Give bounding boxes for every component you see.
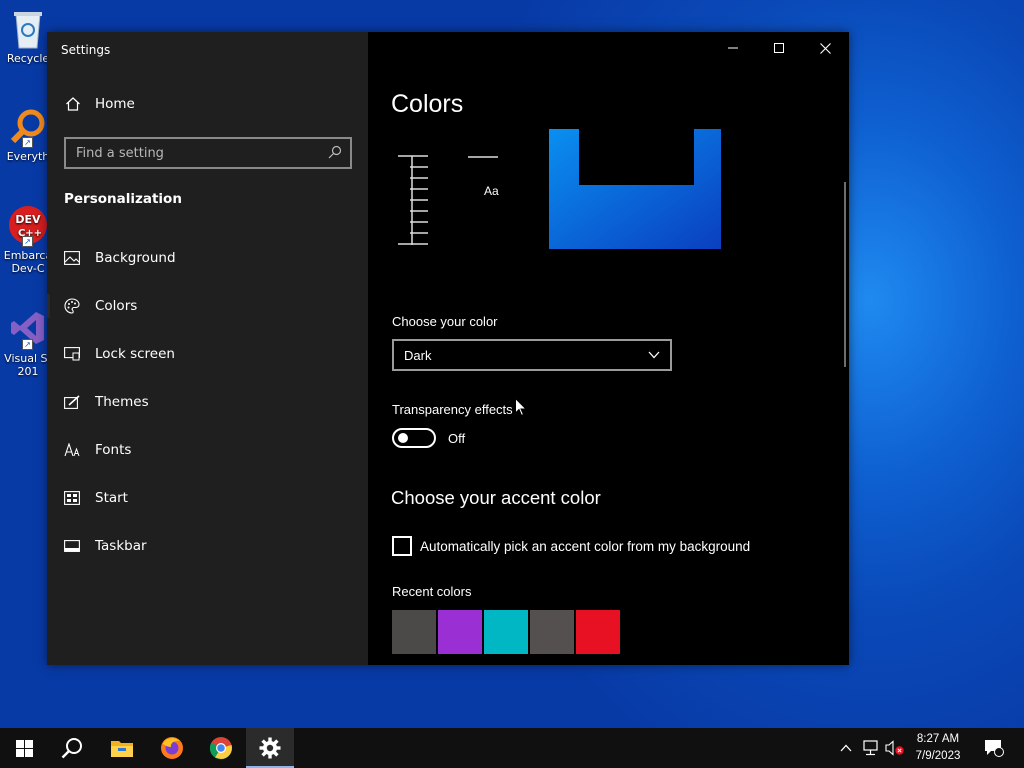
auto-accent-row[interactable]: Automatically pick an accent color from … (392, 536, 750, 556)
nav-home[interactable]: Home (65, 96, 135, 112)
mouse-cursor-icon (515, 397, 528, 421)
recent-color-swatch[interactable] (438, 610, 482, 654)
auto-accent-label: Automatically pick an accent color from … (420, 538, 751, 554)
shortcut-arrow-icon: ↗ (22, 339, 33, 350)
clock-time: 8:27 AM (916, 733, 960, 745)
taskbar-search-button[interactable] (48, 728, 96, 768)
sidebar-item-taskbar[interactable]: Taskbar (47, 522, 368, 570)
settings-window: Settings Home Personalization Background (47, 32, 849, 665)
fonts-icon (64, 442, 80, 458)
choose-color-dropdown[interactable]: Dark (392, 339, 672, 371)
action-center-button[interactable]: 1 (976, 728, 1012, 768)
transparency-toggle-row: Off (392, 428, 465, 448)
content-pane: Colors Aa Choose your color Dark Transpa… (368, 32, 849, 665)
content-scrollbar[interactable] (844, 182, 846, 367)
chevron-up-icon (840, 744, 852, 752)
sidebar-item-lock-screen[interactable]: Lock screen (47, 330, 368, 378)
svg-text:DEV: DEV (15, 213, 41, 226)
picture-icon (64, 250, 80, 266)
tray-volume-button[interactable] (884, 728, 906, 768)
recent-color-swatch[interactable] (484, 610, 528, 654)
sidebar-item-background[interactable]: Background (47, 234, 368, 282)
transparency-label: Transparency effects (392, 402, 513, 417)
home-icon (65, 96, 81, 112)
recycle-bin-icon (8, 8, 48, 49)
themes-icon (64, 394, 80, 410)
network-icon (863, 740, 878, 756)
color-preview: Aa (368, 127, 849, 257)
choose-color-label: Choose your color (392, 314, 498, 329)
tray-network-button[interactable] (860, 728, 882, 768)
page-title: Colors (391, 90, 464, 118)
taskbar-settings[interactable] (246, 728, 294, 768)
preview-text-sample: Aa (484, 184, 499, 198)
nav-list: Background Colors Lock screen Themes Fon… (47, 234, 368, 570)
windows-start-icon (15, 739, 33, 757)
volume-muted-icon (885, 740, 904, 756)
visual-studio-icon: ↗ (8, 308, 48, 350)
sidebar-item-label: Background (95, 250, 176, 266)
taskbar-chrome[interactable] (197, 728, 245, 768)
toggle-state-label: Off (448, 430, 466, 446)
search-box[interactable] (64, 137, 352, 169)
sidebar-item-start[interactable]: Start (47, 474, 368, 522)
lock-screen-icon (64, 346, 80, 362)
start-icon (64, 490, 80, 506)
taskbar-icon (64, 538, 80, 554)
sidebar-item-label: Fonts (95, 442, 132, 458)
sidebar-item-label: Themes (95, 394, 149, 410)
shortcut-arrow-icon: ↗ (22, 236, 33, 247)
recent-colors (392, 610, 622, 654)
dropdown-selected-value: Dark (404, 347, 432, 363)
tray-overflow-button[interactable] (836, 728, 856, 768)
devcpp-icon: DEV C++ ↗ (8, 205, 48, 247)
nav-home-label: Home (95, 96, 135, 112)
sidebar-item-colors[interactable]: Colors (47, 282, 368, 330)
recent-color-swatch[interactable] (530, 610, 574, 654)
palette-icon (64, 298, 80, 314)
window-title: Settings (61, 43, 111, 57)
firefox-icon (161, 737, 183, 759)
shortcut-arrow-icon: ↗ (22, 137, 33, 148)
sidebar-item-label: Taskbar (95, 538, 147, 554)
sidebar: Settings Home Personalization Background (47, 32, 368, 665)
search-icon[interactable] (328, 144, 342, 163)
settings-icon (259, 737, 281, 759)
file-explorer-icon (111, 741, 133, 757)
color-preview-graphic (398, 129, 721, 249)
sidebar-item-label: Lock screen (95, 346, 175, 362)
chrome-icon (209, 737, 233, 760)
transparency-toggle[interactable] (392, 428, 436, 448)
clock-date: 7/9/2023 (915, 750, 961, 762)
sidebar-item-label: Start (95, 490, 128, 506)
chevron-down-icon (648, 351, 660, 359)
accent-heading: Choose your accent color (391, 487, 601, 508)
taskbar-clock[interactable]: 8:27 AM 7/9/2023 (906, 731, 970, 765)
start-button[interactable] (0, 728, 48, 768)
section-title: Personalization (64, 191, 182, 207)
search-icon (61, 738, 82, 759)
sidebar-item-themes[interactable]: Themes (47, 378, 368, 426)
taskbar-firefox[interactable] (148, 728, 196, 768)
sidebar-item-fonts[interactable]: Fonts (47, 426, 368, 474)
recent-colors-label: Recent colors (392, 584, 472, 599)
taskbar-file-explorer[interactable] (98, 728, 146, 768)
search-input[interactable] (76, 145, 328, 161)
everything-search-icon: ↗ (8, 106, 48, 148)
taskbar: 8:27 AM 7/9/2023 1 (0, 728, 1024, 768)
notification-count: 1 (996, 740, 1002, 750)
auto-accent-checkbox[interactable] (392, 536, 412, 556)
sidebar-item-label: Colors (95, 298, 138, 314)
toggle-knob (398, 433, 408, 443)
recent-color-swatch[interactable] (576, 610, 620, 654)
recent-color-swatch[interactable] (392, 610, 436, 654)
